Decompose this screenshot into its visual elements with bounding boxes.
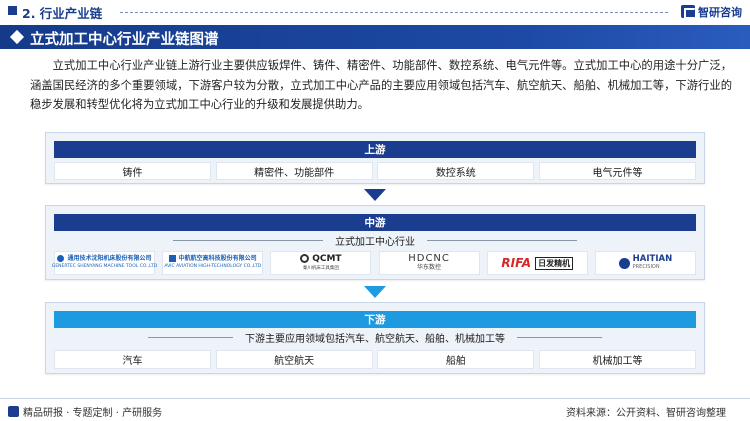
hdcnc-logo-icon: HDCNC — [408, 253, 450, 264]
upstream-item: 铸件 — [54, 162, 211, 180]
footer: 精品研报 · 专题定制 · 产研服务 资料来源：公开资料、智研咨询整理 — [0, 398, 750, 421]
company-logo: RIFA 日发精机 — [486, 251, 588, 275]
upstream-header: 上游 — [54, 141, 696, 158]
footer-tagline: 精品研报 · 专题定制 · 产研服务 — [23, 408, 163, 419]
source-note: 资料来源：公开资料、智研咨询整理 — [566, 408, 726, 419]
rifa-logo-icon: RIFA — [501, 256, 532, 270]
company-logo: QCMT 秦川机床工具集团 — [270, 251, 372, 275]
downstream-subtitle: 下游主要应用领域包括汽车、航空航天、船舶、机械加工等 — [46, 330, 704, 345]
title-banner: 立式加工中心行业产业链图谱 — [0, 25, 750, 49]
brand-logo: 智研咨询 — [681, 4, 742, 19]
divider-line — [173, 239, 323, 241]
section-title: 2. 行业产业链 — [22, 6, 103, 21]
downstream-header: 下游 — [54, 311, 696, 328]
section-header: 2. 行业产业链 智研咨询 — [0, 0, 750, 22]
midstream-companies: 通用技术沈阳机床股份有限公司 GENERTEC SHENYANG MACHINE… — [52, 251, 696, 275]
downstream-item: 船舶 — [377, 350, 535, 369]
downstream-items: 汽车 航空航天 船舶 机械加工等 — [54, 350, 696, 369]
footer-logo-icon — [8, 406, 19, 417]
downstream-panel: 下游 下游主要应用领域包括汽车、航空航天、船舶、机械加工等 汽车 航空航天 船舶… — [45, 302, 705, 374]
company-logo: 通用技术沈阳机床股份有限公司 GENERTEC SHENYANG MACHINE… — [52, 251, 157, 275]
downstream-subtitle-text: 下游主要应用领域包括汽车、航空航天、船舶、机械加工等 — [245, 333, 505, 345]
page-title: 立式加工中心行业产业链图谱 — [30, 32, 219, 48]
downstream-item: 航空航天 — [215, 350, 373, 369]
midstream-subtitle: 立式加工中心行业 — [46, 233, 704, 248]
midstream-subtitle-text: 立式加工中心行业 — [335, 236, 415, 248]
brand-logo-icon — [681, 5, 696, 19]
footer-divider — [0, 398, 750, 399]
upstream-item: 数控系统 — [377, 162, 535, 180]
company-logo: HAITIAN PRECISION — [594, 251, 696, 275]
upstream-panel: 上游 铸件 精密件、功能部件 数控系统 电气元件等 — [45, 132, 705, 184]
flow-arrow-down-icon — [364, 286, 386, 298]
divider-line — [427, 239, 577, 241]
company-logo: HDCNC 华东数控 — [378, 251, 480, 275]
downstream-item: 汽车 — [54, 350, 211, 369]
divider-line — [148, 336, 233, 338]
upstream-item: 电气元件等 — [538, 162, 696, 180]
section-square-icon — [8, 6, 17, 15]
midstream-panel: 中游 立式加工中心行业 通用技术沈阳机床股份有限公司 GENERTEC SHEN… — [45, 205, 705, 280]
brand-name: 智研咨询 — [698, 5, 742, 19]
qcmt-logo-icon — [300, 253, 310, 263]
haitian-logo-icon — [618, 257, 630, 269]
intro-paragraph: 立式加工中心行业产业链上游行业主要供应钣焊件、铸件、精密件、功能部件、数控系统、… — [30, 59, 732, 111]
upstream-item: 精密件、功能部件 — [215, 162, 373, 180]
divider-line — [517, 336, 602, 338]
sym-logo-icon — [57, 255, 65, 262]
section-divider — [120, 12, 668, 13]
avic-logo-icon — [168, 255, 176, 262]
company-logo: 中航航空高科技股份有限公司 AVIC AVIATION HIGH-TECHNOL… — [162, 251, 264, 275]
downstream-item: 机械加工等 — [538, 350, 696, 369]
flow-arrow-down-icon — [364, 189, 386, 201]
diamond-icon — [9, 29, 25, 45]
upstream-items: 铸件 精密件、功能部件 数控系统 电气元件等 — [54, 162, 696, 180]
footer-left: 精品研报 · 专题定制 · 产研服务 — [8, 404, 162, 419]
midstream-header: 中游 — [54, 214, 696, 231]
